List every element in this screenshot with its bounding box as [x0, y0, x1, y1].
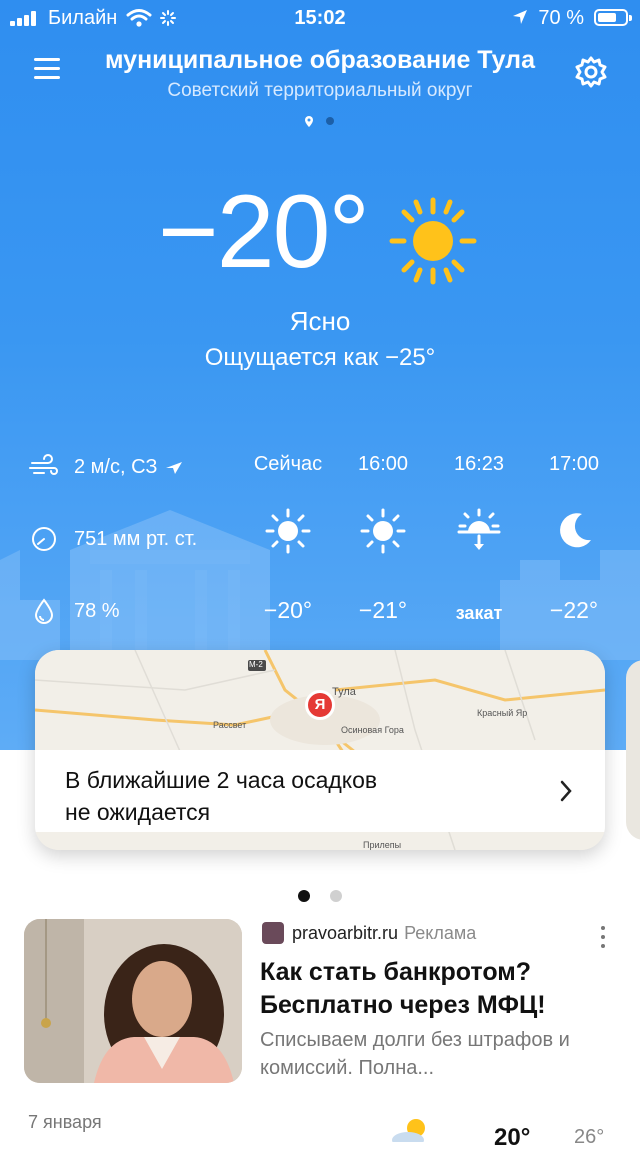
- humidity-drop-icon: [34, 598, 54, 624]
- feels-like: Ощущается как −25°: [204, 344, 436, 371]
- battery-icon: [594, 9, 632, 26]
- wind-metric: 2 м/с, СЗ: [28, 452, 197, 482]
- current-temperature: −20°: [158, 174, 370, 290]
- ad-tag: Реклама: [404, 922, 477, 943]
- pressure-gauge-icon: [32, 527, 56, 551]
- wind-icon: [29, 454, 58, 475]
- weather-background: [0, 0, 640, 750]
- carousel-dot-active[interactable]: [298, 890, 310, 902]
- settings-gear-icon[interactable]: [574, 55, 608, 89]
- hour-icon: [240, 506, 336, 556]
- location-subtitle: Советский территориальный округ: [167, 80, 473, 101]
- ad-title[interactable]: Как стать банкротом? Бесплатно через МФЦ…: [260, 956, 600, 1022]
- hour-temperature: −21°: [358, 597, 408, 623]
- ad-domain: pravoarbitr.ru: [292, 922, 399, 943]
- hour-label: 17:00: [548, 453, 600, 475]
- wind-direction-icon: [166, 462, 183, 474]
- hour-label: 16:23: [453, 453, 505, 475]
- daily-forecast-row[interactable]: 7 января 20° 26°: [0, 1100, 640, 1151]
- precipitation-map-card[interactable]: М-2 Тула Рассвет Осиновая Гора Красный Я…: [35, 650, 605, 850]
- location-title[interactable]: муниципальное образование Тула: [0, 46, 640, 75]
- precipitation-message: В ближайшие 2 часа осадков не ожидается: [65, 764, 377, 828]
- hour-label: Сейчас: [253, 453, 323, 475]
- day-min-temp: 26°: [574, 1126, 605, 1148]
- map-place-label: Красный Яр: [477, 708, 528, 718]
- hour-icon: [335, 506, 431, 556]
- hour-icon: [431, 506, 527, 556]
- next-card-peek[interactable]: [626, 660, 640, 840]
- pressure-metric: 751 мм рт. ст.: [28, 524, 197, 554]
- humidity-metric: 78 %: [28, 596, 120, 626]
- more-options-icon[interactable]: [598, 924, 608, 950]
- sun-icon: [389, 197, 477, 285]
- hour-icon: [526, 506, 622, 556]
- hour-temperature: −22°: [549, 597, 599, 623]
- day-max-temp: 20°: [494, 1124, 531, 1151]
- hour-temperature: −20°: [263, 597, 313, 623]
- ad-image[interactable]: [24, 919, 242, 1083]
- partly-cloudy-icon: [392, 1119, 425, 1142]
- map-location-marker: Я: [305, 690, 335, 720]
- map-place-label: Осиновая Гора: [341, 725, 404, 735]
- battery-percent: 70 %: [538, 7, 584, 29]
- wind-value: 2 м/с, СЗ: [74, 455, 158, 478]
- humidity-value: 78 %: [74, 599, 120, 622]
- map-city-label: Тула: [332, 686, 356, 698]
- sun-icon: [360, 508, 406, 554]
- ad-favicon-icon: [262, 922, 284, 944]
- precipitation-message-line: В ближайшие 2 часа осадков: [65, 767, 378, 793]
- hour-temperature: закат: [455, 603, 503, 623]
- weather-condition: Ясно: [289, 306, 351, 336]
- status-bar: Билайн 15:02 70 %: [0, 0, 640, 36]
- ad-photo: [24, 919, 242, 1083]
- precipitation-message-line: не ожидается: [65, 799, 211, 825]
- moon-icon: [560, 513, 591, 548]
- sun-icon: [265, 508, 311, 554]
- map-place-label: Рассвет: [213, 720, 247, 730]
- location-arrow-icon: [513, 10, 527, 24]
- pressure-value: 751 мм рт. ст.: [74, 527, 198, 550]
- ad-description: Списываем долги без штрафов и комиссий. …: [260, 1029, 570, 1079]
- location-page-indicator: [305, 116, 334, 127]
- map-place-label: Прилепы: [363, 840, 402, 850]
- carousel-dot[interactable]: [330, 890, 342, 902]
- precipitation-banner[interactable]: В ближайшие 2 часа осадков не ожидается: [35, 750, 605, 832]
- map-road-label: М-2: [249, 660, 263, 669]
- sunset-icon: [457, 508, 501, 550]
- day-date: 7 января: [28, 1112, 102, 1132]
- chevron-right-icon: [560, 780, 572, 802]
- hour-label: 16:00: [357, 453, 409, 475]
- ad-source[interactable]: pravoarbitr.ru Реклама: [262, 922, 476, 944]
